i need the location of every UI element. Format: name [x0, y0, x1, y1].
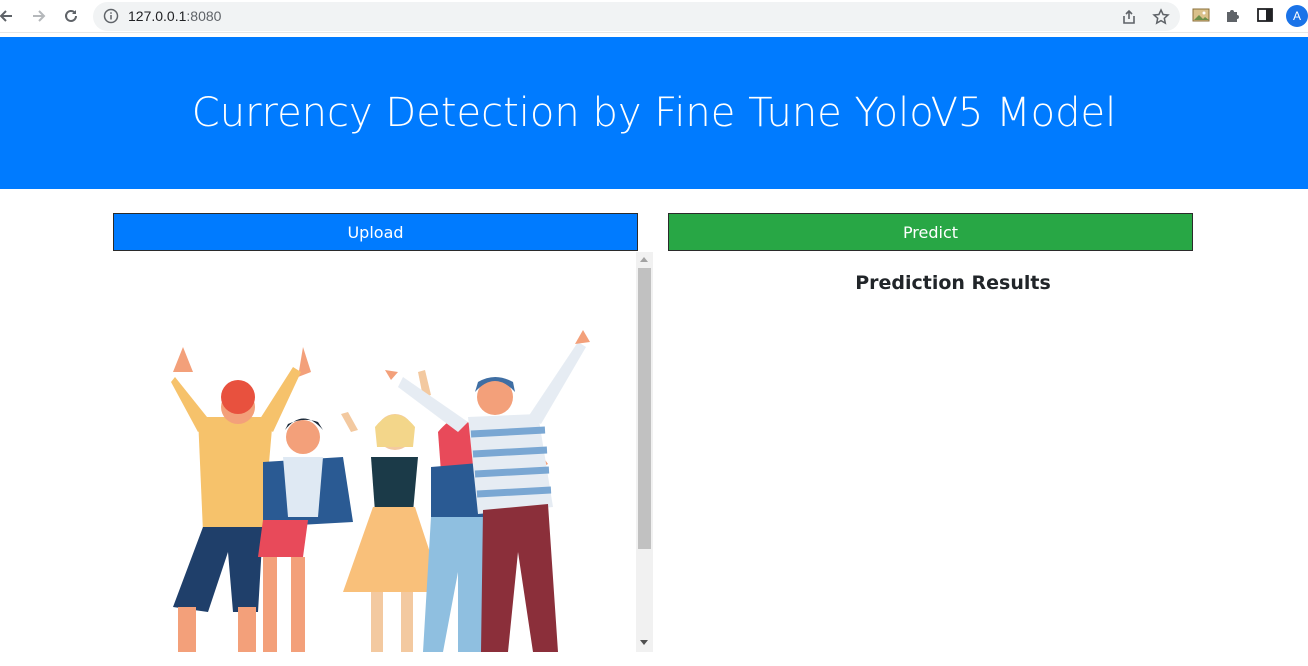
url-host: 127.0.0.1: [128, 8, 187, 24]
forward-arrow-icon[interactable]: [27, 4, 51, 28]
person-5: [385, 330, 590, 652]
upload-button[interactable]: Upload: [113, 213, 638, 251]
prediction-results-heading: Prediction Results: [855, 272, 1051, 294]
page-title: Currency Detection by Fine Tune YoloV5 M…: [191, 90, 1117, 136]
info-icon[interactable]: [103, 8, 119, 24]
url-text: 127.0.0.1:8080: [128, 8, 221, 24]
scroll-up-arrow-icon[interactable]: [640, 257, 648, 262]
address-bar[interactable]: 127.0.0.1:8080: [93, 2, 1180, 31]
image-extension-icon[interactable]: [1192, 6, 1210, 24]
back-arrow-icon[interactable]: [0, 4, 18, 28]
person-2: [258, 418, 353, 652]
star-icon[interactable]: [1152, 8, 1170, 26]
browser-toolbar: 127.0.0.1:8080 A: [0, 0, 1308, 33]
scroll-thumb[interactable]: [638, 268, 651, 549]
header-banner: Currency Detection by Fine Tune YoloV5 M…: [0, 37, 1308, 189]
puzzle-icon[interactable]: [1224, 6, 1242, 24]
uploaded-image: [171, 330, 590, 652]
scroll-down-arrow-icon[interactable]: [640, 640, 648, 645]
side-panel-icon[interactable]: [1256, 6, 1274, 24]
url-port: :8080: [186, 8, 222, 24]
image-pane-scrollbar[interactable]: [636, 252, 653, 652]
uploaded-image-pane: [113, 252, 653, 652]
predict-button[interactable]: Predict: [668, 213, 1193, 251]
share-icon[interactable]: [1120, 8, 1138, 26]
reload-icon[interactable]: [59, 4, 83, 28]
profile-avatar[interactable]: A: [1286, 5, 1308, 27]
